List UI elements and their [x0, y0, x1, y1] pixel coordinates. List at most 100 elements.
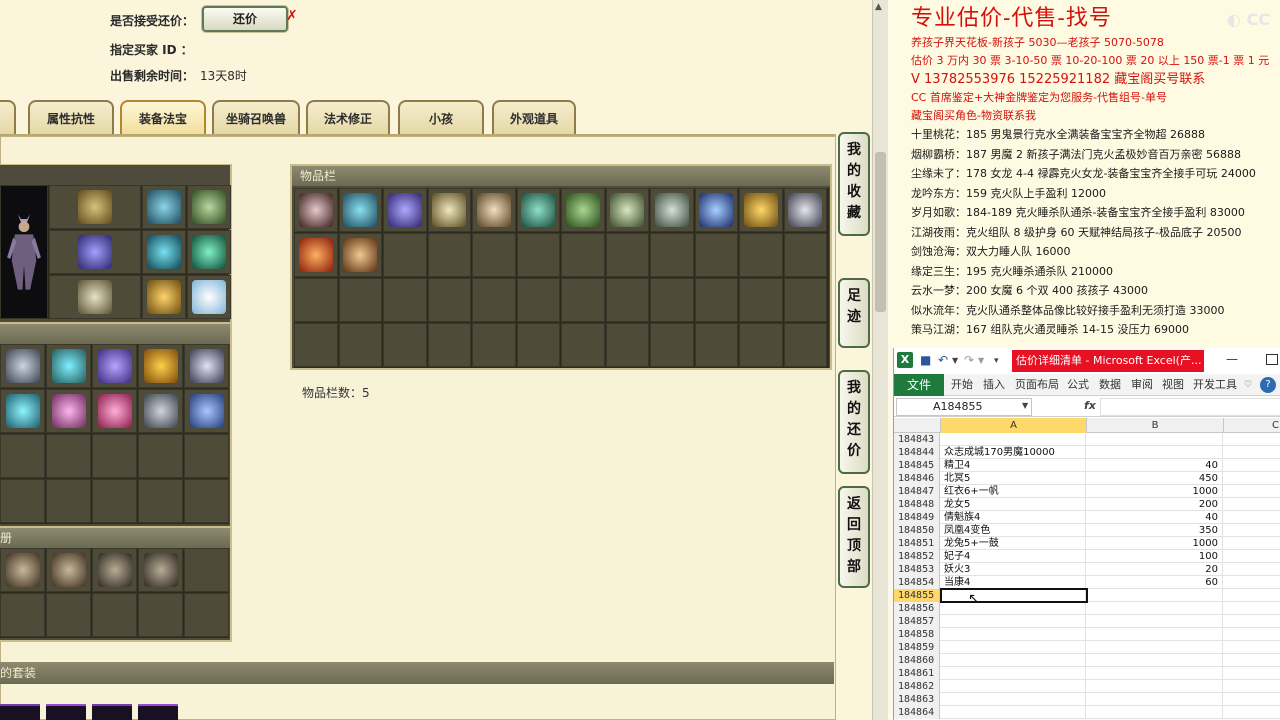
tab-hidden[interactable] — [0, 100, 16, 136]
insert-function-icon[interactable]: fx — [1084, 399, 1096, 412]
row-header[interactable]: 184856 — [894, 602, 940, 615]
cell-b[interactable]: 20 — [1087, 563, 1223, 576]
spirit-slot[interactable] — [46, 548, 91, 592]
inventory-slot[interactable] — [694, 188, 738, 232]
treasure-slot[interactable] — [0, 389, 45, 433]
tab-equipment[interactable]: 装备法宝 — [120, 100, 206, 136]
gear-slot-boots[interactable] — [49, 275, 141, 319]
spirit-slot[interactable] — [138, 548, 183, 592]
cell-a[interactable] — [942, 654, 1086, 667]
row-header[interactable]: 184846 — [894, 472, 940, 485]
cell-b[interactable] — [1087, 641, 1223, 654]
row-header[interactable]: 184850 — [894, 524, 940, 537]
cell-b[interactable]: 200 — [1087, 498, 1223, 511]
row-header[interactable]: 184854 — [894, 576, 940, 589]
gear-slot-helm[interactable] — [142, 185, 186, 229]
spirit-slot[interactable] — [0, 548, 45, 592]
treasure-slot[interactable] — [138, 344, 183, 388]
sheet-row[interactable]: 184853 妖火3 20 — [894, 563, 1280, 576]
row-header[interactable]: 184859 — [894, 641, 940, 654]
treasure-slot[interactable] — [0, 344, 45, 388]
suit-item[interactable] — [92, 704, 132, 720]
inventory-slot[interactable] — [561, 188, 605, 232]
sheet-row[interactable]: 184852 妃子4 100 — [894, 550, 1280, 563]
cell-b[interactable] — [1087, 615, 1223, 628]
cell-a[interactable]: 众志成城170男魔10000 — [942, 446, 1086, 459]
cell-b[interactable] — [1087, 706, 1223, 719]
sheet-row[interactable]: 184864 — [894, 706, 1280, 719]
cell-a[interactable]: 凤凰4变色 — [942, 524, 1086, 537]
sheet-row[interactable]: 184848 龙女5 200 — [894, 498, 1280, 511]
cell-a[interactable]: 妖火3 — [942, 563, 1086, 576]
cell-a[interactable]: 精卫4 — [942, 459, 1086, 472]
suit-item[interactable] — [138, 704, 178, 720]
column-header-a[interactable]: A — [941, 418, 1087, 433]
inventory-slot[interactable] — [739, 188, 783, 232]
scroll-thumb[interactable] — [875, 152, 886, 312]
gear-slot-orb[interactable] — [187, 275, 231, 319]
ribbon-collapse-icon[interactable]: ♡ — [1244, 374, 1252, 396]
name-box[interactable]: A184855 — [896, 398, 1032, 416]
cell-a[interactable]: 妃子4 — [942, 550, 1086, 563]
cell-a[interactable] — [942, 693, 1086, 706]
cell-b[interactable]: 40 — [1087, 459, 1223, 472]
save-icon[interactable]: ■ — [920, 353, 931, 369]
minimize-icon[interactable]: — — [1226, 352, 1238, 366]
cell-b[interactable] — [1087, 589, 1223, 602]
row-header[interactable]: 184863 — [894, 693, 940, 706]
sheet-row[interactable]: 184845 精卫4 40 — [894, 459, 1280, 472]
cell-b[interactable] — [1087, 667, 1223, 680]
inventory-slot[interactable] — [605, 188, 649, 232]
sheet-row[interactable]: 184860 — [894, 654, 1280, 667]
row-header[interactable]: 184851 — [894, 537, 940, 550]
footprint-button[interactable]: 足迹 — [838, 278, 870, 348]
sheet-row[interactable]: 184856 — [894, 602, 1280, 615]
ribbon-tab-review[interactable]: 审阅 — [1131, 374, 1153, 396]
cell-a[interactable]: 北冥5 — [942, 472, 1086, 485]
undo-icon[interactable]: ↶ — [938, 353, 948, 369]
cell-a[interactable]: 红衣6+一帆 — [942, 485, 1086, 498]
inventory-slot[interactable] — [516, 188, 560, 232]
cell-a[interactable] — [942, 680, 1086, 693]
sheet-row[interactable]: 184843 — [894, 433, 1280, 446]
column-header-c[interactable]: C — [1224, 418, 1280, 433]
row-header[interactable]: 184843 — [894, 433, 940, 446]
inventory-slot[interactable] — [294, 233, 338, 277]
row-header[interactable]: 184845 — [894, 459, 940, 472]
treasure-slot[interactable] — [46, 389, 91, 433]
sheet-row[interactable]: 184859 — [894, 641, 1280, 654]
my-favorites-button[interactable]: 我的收藏 — [838, 132, 870, 236]
row-header[interactable]: 184844 — [894, 446, 940, 459]
treasure-slot[interactable] — [184, 389, 229, 433]
treasure-slot[interactable] — [92, 344, 137, 388]
cell-a[interactable] — [942, 641, 1086, 654]
select-all-corner[interactable] — [894, 418, 941, 433]
cell-b[interactable]: 350 — [1087, 524, 1223, 537]
cell-a[interactable] — [942, 615, 1086, 628]
cell-a[interactable] — [942, 628, 1086, 641]
ribbon-tab-formulas[interactable]: 公式 — [1067, 374, 1089, 396]
tab-appearance[interactable]: 外观道具 — [492, 100, 576, 136]
cell-a[interactable] — [942, 602, 1086, 615]
ribbon-tab-view[interactable]: 视图 — [1162, 374, 1184, 396]
sheet-row[interactable]: 184857 — [894, 615, 1280, 628]
ribbon-tab-page-layout[interactable]: 页面布局 — [1015, 374, 1059, 396]
cell-b[interactable] — [1087, 693, 1223, 706]
sheet-row[interactable]: 184849 倩魁族4 40 — [894, 511, 1280, 524]
row-header[interactable]: 184858 — [894, 628, 940, 641]
gear-slot-weapon[interactable] — [49, 185, 141, 229]
cell-a[interactable]: 龙兔5+一鼓 — [942, 537, 1086, 550]
ribbon-tab-home[interactable]: 开始 — [951, 374, 973, 396]
inventory-slot[interactable] — [472, 188, 516, 232]
suit-item[interactable] — [0, 704, 40, 720]
tab-children[interactable]: 小孩 — [398, 100, 484, 136]
formula-input[interactable] — [1100, 398, 1280, 416]
ribbon-tab-data[interactable]: 数据 — [1099, 374, 1121, 396]
cell-a[interactable] — [942, 667, 1086, 680]
cell-b[interactable] — [1087, 433, 1223, 446]
ribbon-tab-developer[interactable]: 开发工具 — [1193, 374, 1237, 396]
row-header[interactable]: 184855 — [894, 589, 940, 602]
cell-b[interactable] — [1087, 446, 1223, 459]
maximize-icon[interactable] — [1266, 354, 1278, 365]
gear-slot-jade[interactable] — [187, 230, 231, 274]
